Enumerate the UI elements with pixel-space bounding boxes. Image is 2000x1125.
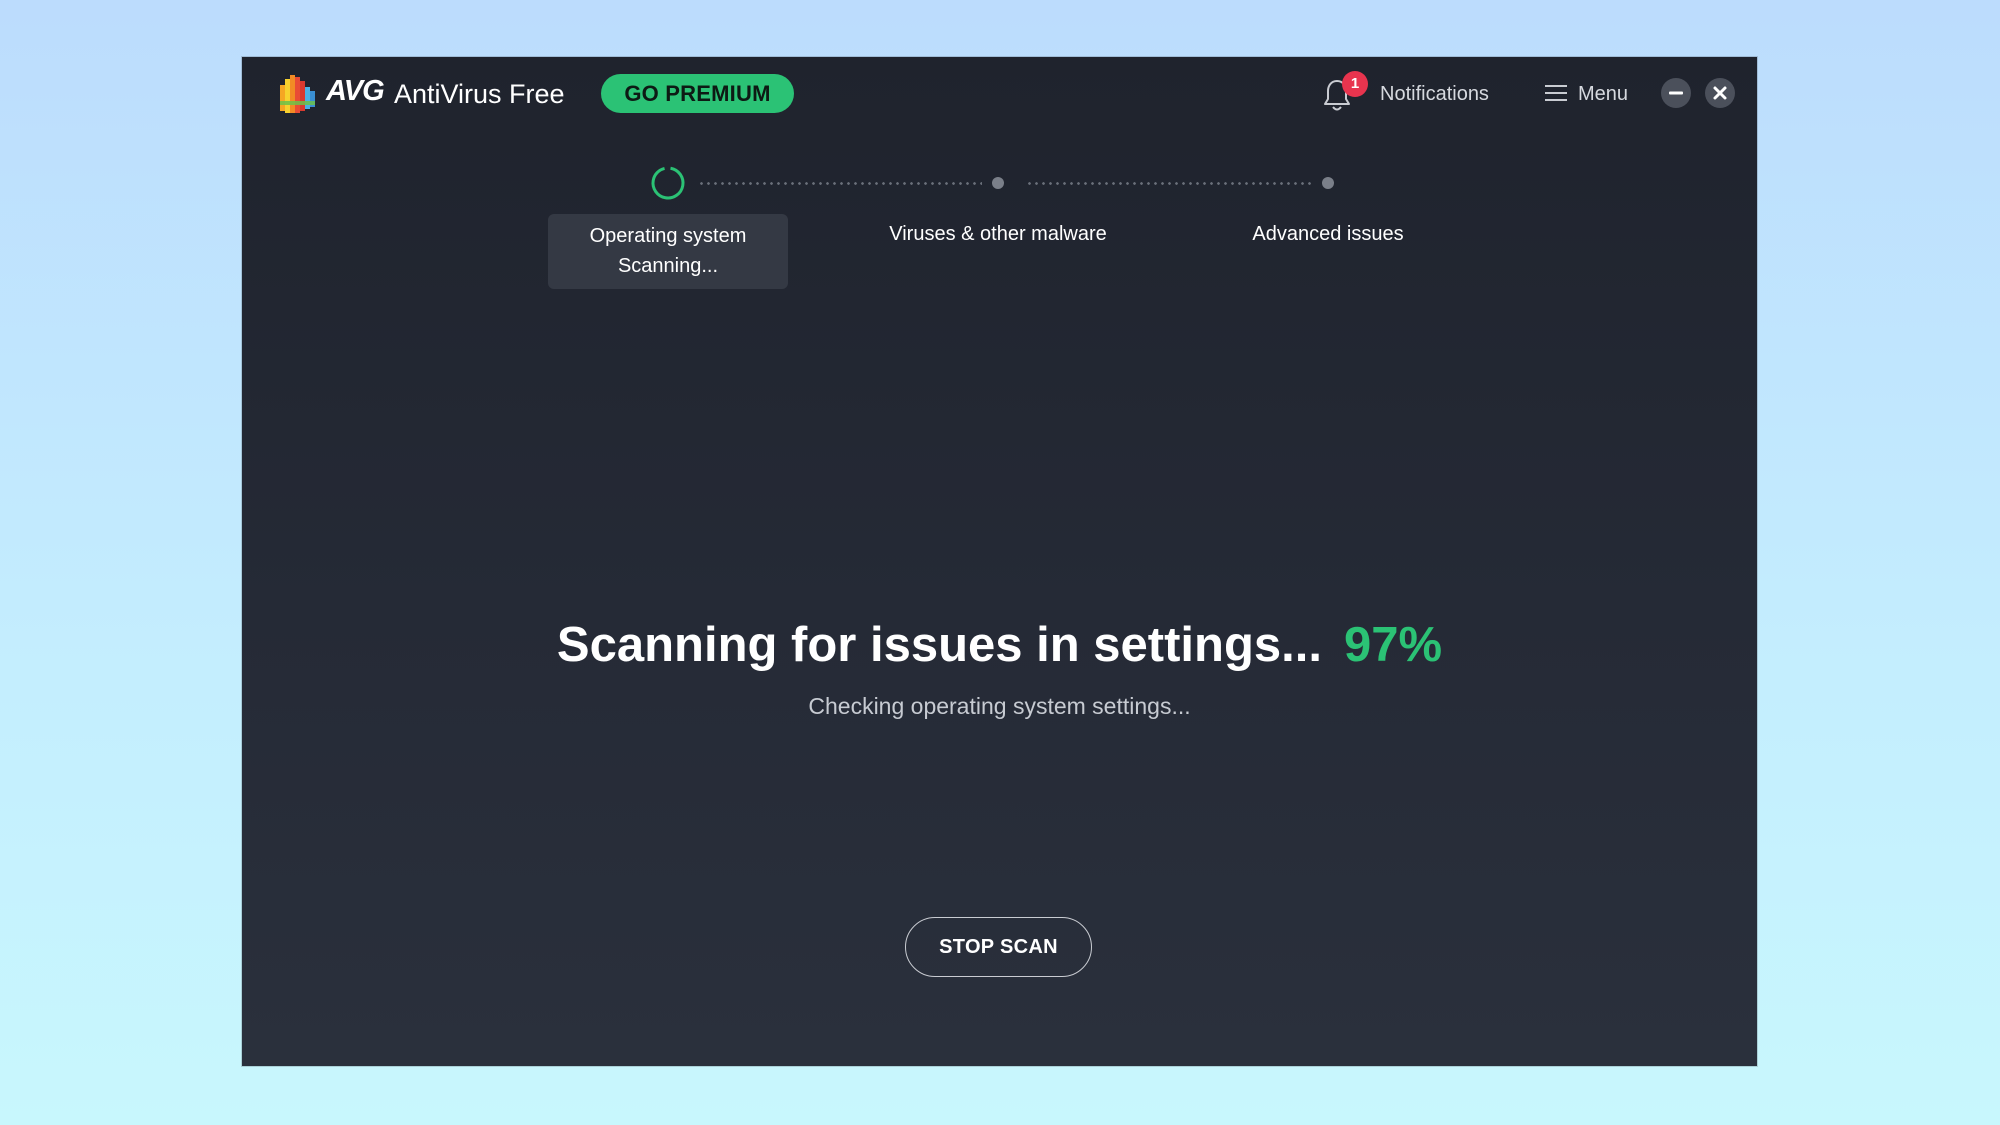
scan-percent: 97%	[1344, 618, 1443, 672]
step-status: Scanning...	[617, 255, 719, 277]
go-premium-button[interactable]: GO PREMIUM	[601, 74, 794, 113]
step-dot	[1322, 177, 1334, 189]
notifications-label: Notifications	[1380, 83, 1489, 105]
close-button[interactable]	[1705, 78, 1735, 108]
step-advanced-issues: Advanced issues	[1252, 223, 1404, 245]
avg-logo-icon	[280, 75, 315, 113]
step-operating-system: Operating system Scanning...	[548, 214, 788, 289]
scan-detail: Checking operating system settings...	[808, 693, 1191, 719]
menu-button[interactable]: Menu	[1545, 81, 1645, 111]
step-label: Operating system	[589, 225, 747, 247]
notifications-button[interactable]: 1 Notifications	[1322, 71, 1522, 119]
minimize-button[interactable]	[1661, 78, 1691, 108]
menu-label: Menu	[1578, 83, 1629, 105]
step-spinner-icon	[651, 166, 685, 200]
step-connector	[698, 182, 982, 185]
step-viruses-malware: Viruses & other malware	[889, 223, 1107, 245]
brand-name: AVG	[326, 75, 385, 107]
step-dot	[992, 177, 1004, 189]
minimize-icon	[1669, 91, 1683, 95]
notification-count-badge: 1	[1342, 71, 1368, 97]
scan-headline: Scanning for issues in settings... 97%	[242, 617, 1757, 673]
scan-steps: Operating system Scanning... Viruses & o…	[242, 157, 1757, 357]
hamburger-icon	[1545, 85, 1567, 101]
product-name: AntiVirus Free	[394, 79, 565, 109]
app-window: AVG AntiVirus Free GO PREMIUM 1 Notifica…	[242, 57, 1757, 1066]
close-icon	[1713, 86, 1727, 100]
step-connector	[1026, 182, 1312, 185]
scan-title: Scanning for issues in settings...	[556, 618, 1323, 672]
title-bar: AVG AntiVirus Free GO PREMIUM 1 Notifica…	[242, 57, 1757, 137]
stop-scan-button[interactable]: STOP SCAN	[905, 917, 1092, 977]
